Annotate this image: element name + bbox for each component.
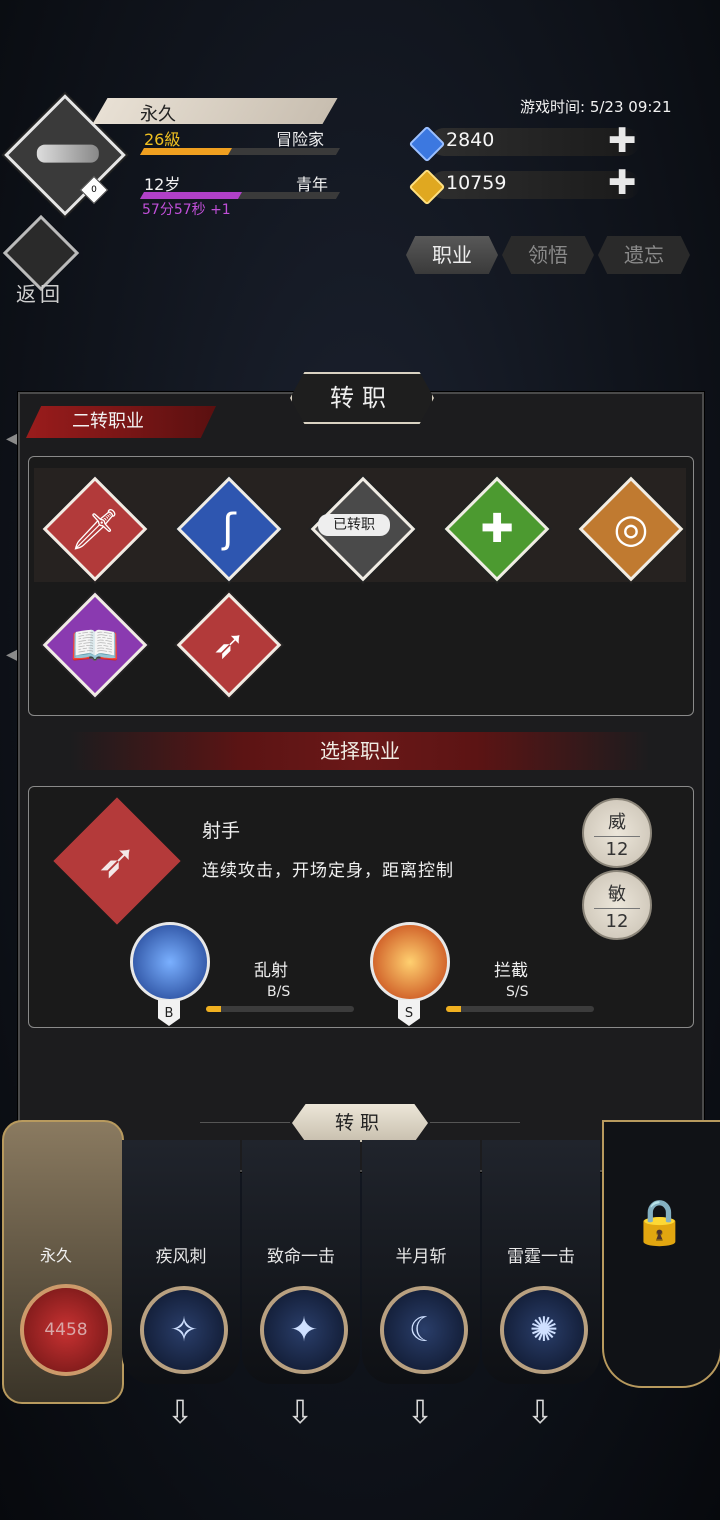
player-job: 冒险家: [276, 130, 325, 149]
down-arrow-icon[interactable]: ⇩: [522, 1392, 558, 1432]
down-arrow-icon[interactable]: ⇩: [162, 1392, 198, 1432]
skill-progress-bar: [446, 1006, 594, 1012]
tab-job[interactable]: 职业: [406, 236, 498, 274]
staff-icon: ʃ: [222, 506, 236, 552]
already-changed-badge: 已转职: [318, 514, 390, 536]
add-gem-button[interactable]: ✚: [608, 124, 637, 158]
sword-icon: 🗡: [69, 506, 121, 553]
level-progress-bar: [139, 148, 341, 155]
rank-badge: 0: [79, 175, 109, 205]
gem-value: 2840: [446, 129, 495, 151]
gale-stab-icon[interactable]: ✧: [140, 1286, 228, 1374]
age-timer: 57分57秒 +1: [142, 202, 231, 218]
cross-icon: ✚: [480, 506, 514, 552]
down-arrow-icon[interactable]: ⇩: [402, 1392, 438, 1432]
back-button[interactable]: 返回: [16, 278, 64, 307]
skill-name: 拦截: [494, 961, 528, 981]
class-name: 射手: [202, 820, 241, 842]
stat-power: 威 12: [582, 798, 652, 868]
divider: [200, 1122, 290, 1123]
player-name: 永久: [140, 104, 176, 125]
critical-strike-icon[interactable]: ✦: [260, 1286, 348, 1374]
skill-volley-icon[interactable]: [130, 922, 210, 1002]
class-description: 连续攻击，开场定身，距离控制: [202, 861, 454, 881]
skill-rank: B/S: [267, 984, 291, 1000]
player-level: 26級: [144, 130, 181, 149]
slot-name: 疾风刺: [155, 1247, 207, 1267]
slot-name: 半月斩: [395, 1247, 447, 1267]
skill-name: 乱射: [254, 961, 288, 981]
slot-name: 雷霆一击: [507, 1247, 575, 1267]
slot-name: 致命一击: [267, 1247, 335, 1267]
skill-rank: S/S: [506, 984, 529, 1000]
crescent-slash-icon[interactable]: ☾: [380, 1286, 468, 1374]
book-icon: 📖: [70, 622, 120, 669]
panel-title: 转职: [290, 372, 434, 424]
add-gold-button[interactable]: ✚: [608, 166, 637, 200]
lock-icon: 🔒: [632, 1197, 687, 1248]
name-banner: [92, 98, 338, 124]
ring-icon: ◎: [613, 506, 649, 552]
thunder-strike-icon[interactable]: ✺: [500, 1286, 588, 1374]
choose-class-header: 选择职业: [70, 732, 650, 770]
bow-icon: ➶: [96, 833, 138, 889]
hero-hp: 4458: [20, 1284, 112, 1376]
skill-intercept-icon[interactable]: [370, 922, 450, 1002]
down-arrow-icon[interactable]: ⇩: [282, 1392, 318, 1432]
selected-class-icon: ➶: [53, 797, 181, 925]
tab-comprehend[interactable]: 领悟: [502, 236, 594, 274]
hero-name: 永久: [40, 1246, 73, 1265]
stat-agility: 敏 12: [582, 870, 652, 940]
gold-value: 10759: [446, 172, 507, 194]
divider: [430, 1122, 520, 1123]
skill-progress-bar: [206, 1006, 354, 1012]
age-progress-bar: [139, 192, 341, 199]
game-time: 游戏时间: 5/23 09:21: [520, 98, 672, 116]
bow-icon: ➶: [212, 622, 246, 668]
job-change-button[interactable]: 转职: [292, 1104, 428, 1142]
tab-forget[interactable]: 遗忘: [598, 236, 690, 274]
locked-slot[interactable]: [602, 1120, 720, 1388]
section-tag: 二转职业: [26, 406, 216, 438]
